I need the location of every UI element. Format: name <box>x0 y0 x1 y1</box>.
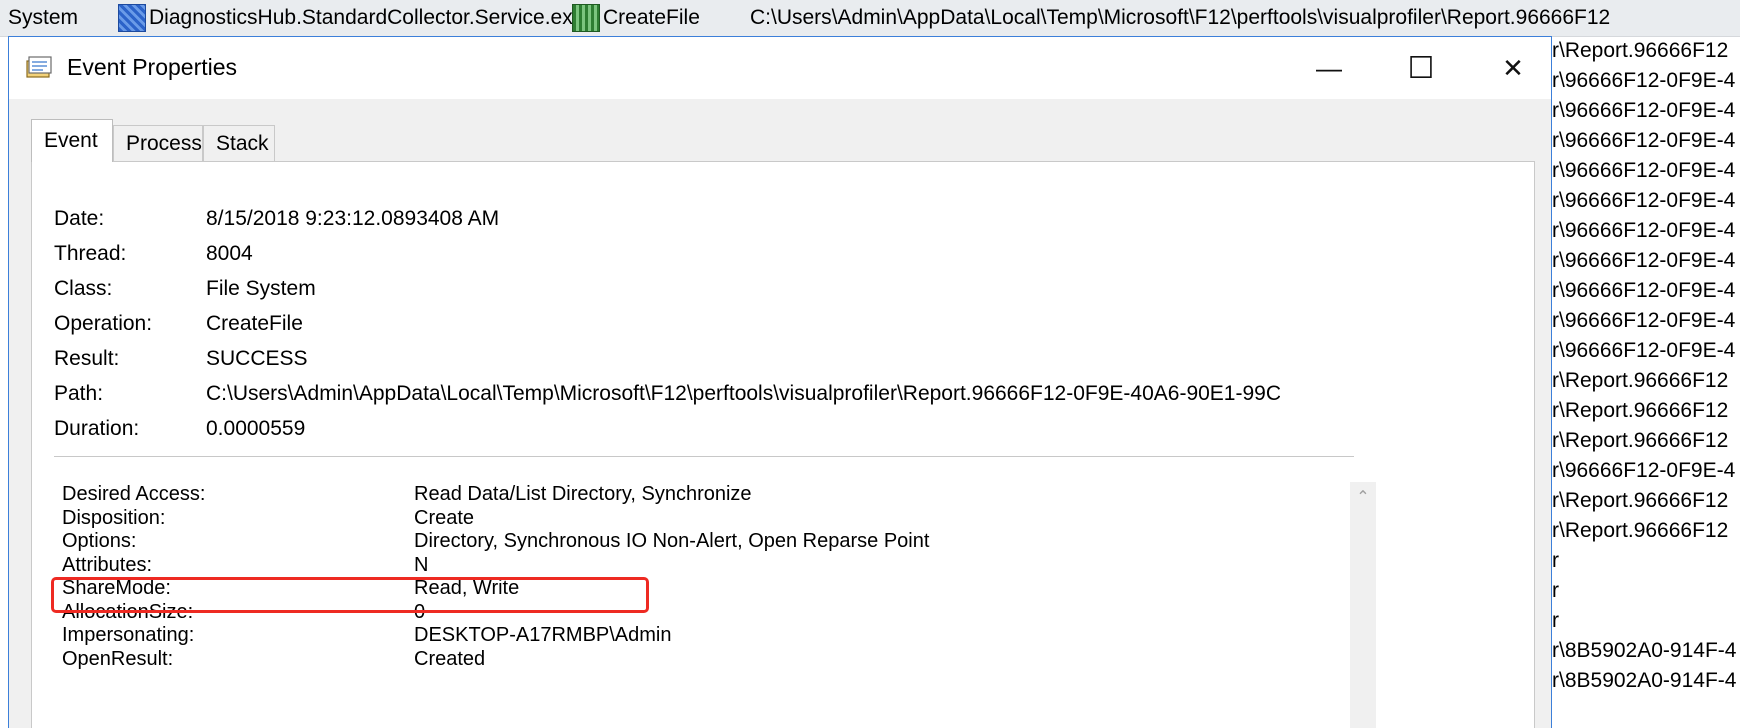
background-path-item: r\Report.96666F12 <box>1552 429 1729 452</box>
detail-label: Attributes: <box>62 553 153 576</box>
field-label: Duration: <box>54 417 140 440</box>
close-icon: ✕ <box>1502 52 1524 83</box>
title-bar[interactable]: Event Properties — ☐ ✕ <box>9 37 1551 99</box>
scroll-up-icon[interactable]: ⌃ <box>1350 482 1376 512</box>
background-path-item: r <box>1552 549 1559 572</box>
detail-value: Read Data/List Directory, Synchronize <box>414 483 752 505</box>
background-path-item: r\8B5902A0-914F-4 <box>1552 669 1737 692</box>
field-label: Class: <box>54 277 113 300</box>
field-label: Date: <box>54 207 105 230</box>
detail-desired-access: Desired Access: Read Data/List Directory… <box>44 482 1344 506</box>
background-event-row[interactable]: System DiagnosticsHub.StandardCollector.… <box>0 0 1740 37</box>
field-value: 8/15/2018 9:23:12.0893408 AM <box>206 207 500 230</box>
event-properties-icon <box>26 56 52 78</box>
detail-label: Options: <box>62 530 137 552</box>
background-operation: CreateFile <box>572 0 700 36</box>
detail-value: N <box>414 553 429 576</box>
background-path-item: r <box>1552 609 1559 632</box>
background-path-item: r <box>1552 579 1559 602</box>
detail-value: Directory, Synchronous IO Non-Alert, Ope… <box>414 530 930 552</box>
minimize-button[interactable]: — <box>1283 37 1375 99</box>
background-path-item: r\96666F12-0F9E-4 <box>1552 339 1736 362</box>
field-value: 0.0000559 <box>206 417 306 440</box>
field-value: SUCCESS <box>206 347 308 370</box>
file-system-icon <box>572 4 600 33</box>
background-path-item: r\96666F12-0F9E-4 <box>1552 249 1736 272</box>
detail-value: DESKTOP-A17RMBP\Admin <box>414 624 672 646</box>
background-path-item: r\96666F12-0F9E-4 <box>1552 309 1736 332</box>
detail-label: AllocationSize: <box>62 600 194 623</box>
detail-disposition: Disposition: Create <box>44 506 1344 530</box>
background-path-item: r\96666F12-0F9E-4 <box>1552 129 1736 152</box>
background-process-path: DiagnosticsHub.StandardCollector.Service… <box>118 0 584 36</box>
detail-label: Desired Access: <box>62 483 206 505</box>
background-path-item: r\8B5902A0-914F-4 <box>1552 639 1737 662</box>
background-process-name: System <box>8 6 79 29</box>
background-path-item: r\96666F12-0F9E-4 <box>1552 69 1736 92</box>
dialog-title: Event Properties <box>67 54 238 80</box>
field-value: C:\Users\Admin\AppData\Local\Temp\Micros… <box>206 382 1280 405</box>
detail-allocationsize: AllocationSize: 0 <box>44 600 1344 624</box>
detail-value: Create <box>414 506 475 529</box>
background-path-item: r\96666F12-0F9E-4 <box>1552 279 1736 302</box>
background-path-item: r\Report.96666F12 <box>1552 399 1729 422</box>
detail-value: Created <box>414 647 486 670</box>
event-details-list[interactable]: Desired Access: Read Data/List Directory… <box>44 482 1348 728</box>
tab-event[interactable]: Event <box>31 119 113 162</box>
background-path-item: r\Report.96666F12 <box>1552 369 1729 392</box>
background-path-item: r\Report.96666F12 <box>1552 39 1729 62</box>
detail-options: Options: Directory, Synchronous IO Non-A… <box>44 529 1344 553</box>
maximize-icon: ☐ <box>1407 51 1435 85</box>
field-label: Path: <box>54 382 104 405</box>
detail-label: Impersonating: <box>62 624 195 646</box>
field-label: Operation: <box>54 312 153 335</box>
detail-impersonating: Impersonating: DESKTOP-A17RMBP\Admin <box>44 623 1344 647</box>
field-label: Thread: <box>54 242 127 265</box>
event-tab-panel: Date: 8/15/2018 9:23:12.0893408 AM Threa… <box>31 161 1535 728</box>
background-path-item: r\96666F12-0F9E-4 <box>1552 159 1736 182</box>
field-label: Result: <box>54 347 120 370</box>
detail-sharemode: ShareMode: Read, Write <box>44 576 1344 600</box>
background-path-item: r\96666F12-0F9E-4 <box>1552 99 1736 122</box>
background-path-item: r\96666F12-0F9E-4 <box>1552 219 1736 242</box>
detail-label: ShareMode: <box>62 577 171 599</box>
tab-stack[interactable]: Stack <box>203 125 275 161</box>
maximize-button[interactable]: ☐ <box>1375 37 1467 99</box>
tab-process[interactable]: Process <box>113 125 203 161</box>
background-path-item: r\96666F12-0F9E-4 <box>1552 459 1736 482</box>
process-icon <box>118 4 146 33</box>
detail-value: Read, Write <box>414 577 520 599</box>
background-path-item: r\Report.96666F12 <box>1552 519 1729 542</box>
background-path: C:\Users\Admin\AppData\Local\Temp\Micros… <box>750 6 1611 29</box>
minimize-icon: — <box>1316 52 1342 83</box>
event-properties-dialog: Event Properties — ☐ ✕ Event Process Sta… <box>8 36 1552 728</box>
details-scrollbar[interactable]: ⌃ <box>1350 482 1376 728</box>
divider <box>54 456 1354 457</box>
field-value: File System <box>206 277 316 300</box>
detail-value: 0 <box>414 600 426 623</box>
background-path-item: r\96666F12-0F9E-4 <box>1552 189 1736 212</box>
background-path-item: r\Report.96666F12 <box>1552 489 1729 512</box>
detail-attributes: Attributes: N <box>44 553 1344 577</box>
background-path-column: r\Report.96666F12 r\96666F12-0F9E-4 r\96… <box>1552 36 1740 728</box>
field-value: 8004 <box>206 242 253 265</box>
field-value: CreateFile <box>206 312 303 335</box>
close-button[interactable]: ✕ <box>1467 37 1551 99</box>
detail-openresult: OpenResult: Created <box>44 647 1344 671</box>
detail-label: OpenResult: <box>62 647 174 670</box>
detail-label: Disposition: <box>62 506 166 529</box>
